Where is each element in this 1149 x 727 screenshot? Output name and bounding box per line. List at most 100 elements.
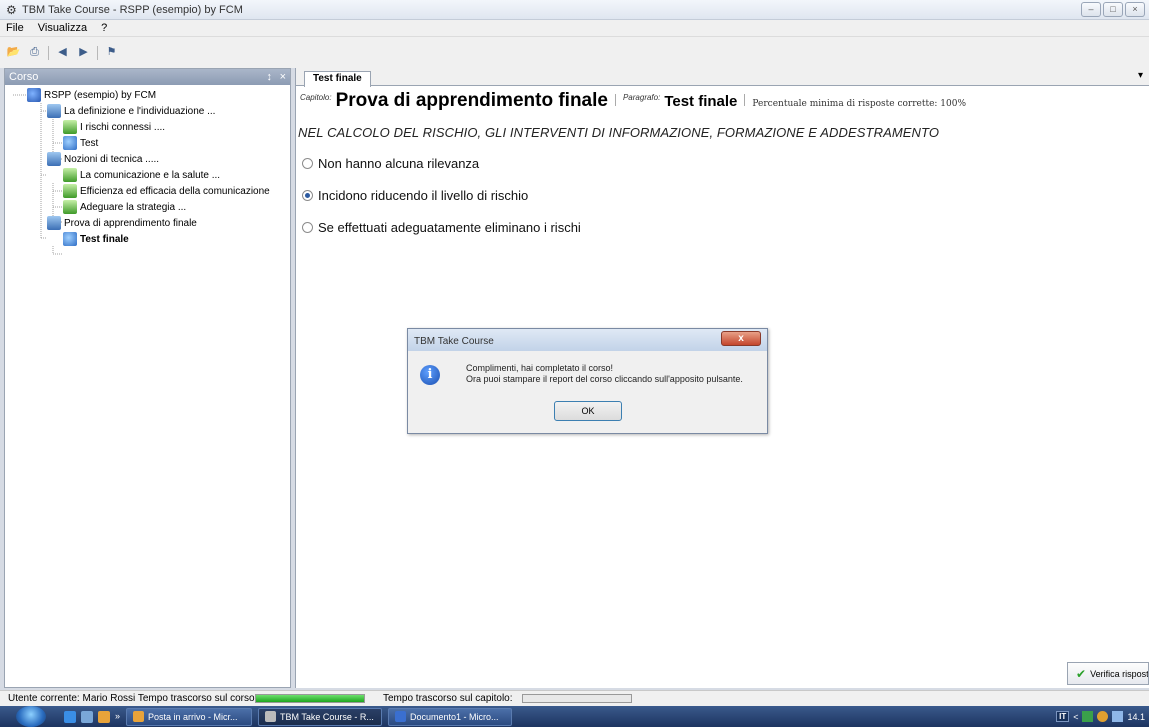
status-bar: Utente corrente: Mario Rossi Tempo trasc… — [0, 690, 1149, 706]
app-icon: ⚙ — [6, 3, 17, 17]
radio-button[interactable] — [302, 222, 313, 233]
course-icon — [27, 88, 41, 102]
chevron-icon[interactable]: » — [115, 711, 120, 723]
tree-item-chapter[interactable]: Nozioni di tecnica ..... — [47, 151, 159, 167]
tree-item-test[interactable]: Test — [63, 135, 98, 151]
question-text: NEL CALCOLO DEL RISCHIO, GLI INTERVENTI … — [298, 125, 940, 140]
answer-option[interactable]: Se effettuati adeguatamente eliminano i … — [302, 220, 581, 235]
system-tray: IT < 14.1 — [1052, 706, 1149, 727]
tree-item-page[interactable]: Adeguare la strategia ... — [63, 199, 186, 215]
task-tbm[interactable]: TBM Take Course - R... — [258, 707, 383, 726]
answer-label: Incidono riducendo il livello di rischio — [318, 188, 529, 203]
close-window-button[interactable]: × — [1125, 2, 1145, 17]
task-word[interactable]: Documento1 - Micro... — [388, 707, 513, 726]
word-icon — [395, 711, 407, 722]
answer-option[interactable]: Non hanno alcuna rilevanza — [302, 156, 479, 171]
course-panel-header: Corso ↕ × — [5, 69, 290, 85]
tree-item-label: RSPP (esempio) by FCM — [44, 89, 157, 101]
divider — [614, 94, 616, 106]
ie-icon[interactable] — [64, 710, 76, 723]
tree-item-label: Test — [80, 137, 99, 149]
network-icon[interactable] — [1112, 711, 1124, 722]
menu-help[interactable]: ? — [101, 22, 107, 34]
course-panel: Corso ↕ × RSPP (esempio) by FCM La defin… — [4, 68, 291, 688]
print-icon[interactable]: ⎙ — [27, 45, 42, 60]
dialog-body: i Complimenti, hai completato il corso! … — [408, 351, 767, 433]
open-folder-icon[interactable]: 📂 — [6, 45, 21, 60]
language-indicator[interactable]: IT — [1056, 711, 1070, 722]
tree-item-page[interactable]: La comunicazione e la salute ... — [63, 167, 220, 183]
toolbar: 📂 ⎙ ◀ ▶ ⚑ — [0, 37, 1149, 68]
check-icon: ✔ — [1076, 666, 1087, 681]
tree-item-page[interactable]: Efficienza ed efficacia della comunicazi… — [63, 183, 270, 199]
tree-item-label: Adeguare la strategia ... — [80, 201, 187, 213]
minimize-button[interactable]: – — [1081, 2, 1101, 17]
menu-file[interactable]: File — [6, 22, 24, 34]
task-outlook[interactable]: Posta in arrivo - Micr... — [126, 707, 253, 726]
tree-item-page[interactable]: I rischi connessi .... — [63, 119, 165, 135]
page-icon — [63, 200, 77, 214]
task-label: TBM Take Course - R... — [280, 711, 374, 722]
tree-item-label: Efficienza ed efficacia della comunicazi… — [80, 185, 270, 197]
radio-button[interactable] — [302, 158, 313, 169]
close-icon[interactable]: × — [280, 69, 286, 85]
tab-dropdown-icon[interactable]: ▾ — [1138, 70, 1143, 81]
radio-button[interactable] — [302, 190, 313, 201]
toolbar-separator — [97, 45, 98, 60]
tree-item-test[interactable]: Test finale — [63, 231, 129, 247]
taskbar: » Posta in arrivo - Micr... TBM Take Cou… — [0, 706, 1149, 727]
tree-item-label: Prova di apprendimento finale — [64, 217, 197, 229]
completion-dialog: TBM Take Course x i Complimenti, hai com… — [407, 328, 768, 434]
tree-item-label: Test finale — [80, 233, 129, 245]
start-button[interactable] — [16, 706, 46, 727]
verify-answers-button[interactable]: ✔ Verifica rispost — [1067, 662, 1149, 685]
menu-visualizza[interactable]: Visualizza — [38, 22, 87, 34]
outlook-icon[interactable] — [98, 710, 110, 723]
title-bar: ⚙ TBM Take Course - RSPP (esempio) by FC… — [0, 0, 1149, 20]
dialog-message-line1: Complimenti, hai completato il corso! — [466, 363, 614, 373]
maximize-button[interactable]: □ — [1103, 2, 1123, 17]
tree-item-chapter[interactable]: La definizione e l'individuazione ... — [47, 103, 215, 119]
tbm-icon — [265, 711, 277, 722]
tab-test-finale[interactable]: Test finale — [304, 71, 371, 87]
min-percent-text: Percentuale minima di risposte corrette:… — [752, 99, 967, 109]
page-icon — [63, 120, 77, 134]
dialog-message-line2: Ora puoi stampare il report del corso cl… — [466, 374, 743, 384]
divider — [744, 94, 746, 106]
test-icon — [63, 232, 77, 246]
chapter-icon — [47, 216, 61, 230]
verify-label: Verifica rispost — [1090, 668, 1149, 679]
tab-strip: Test finale ▾ — [296, 68, 1149, 87]
dialog-close-button[interactable]: x — [721, 331, 761, 346]
answer-option[interactable]: Incidono riducendo il livello di rischio — [302, 188, 528, 203]
chapter-title: Prova di apprendimento finale — [335, 90, 608, 111]
tree-item-course[interactable]: RSPP (esempio) by FCM — [27, 87, 156, 103]
chapter-progress-bar — [522, 694, 632, 703]
tree-item-label: La definizione e l'individuazione ... — [64, 105, 216, 117]
quick-launch: » — [64, 710, 120, 723]
chapter-icon — [47, 152, 61, 166]
tree-item-chapter[interactable]: Prova di apprendimento finale — [47, 215, 197, 231]
forward-icon[interactable]: ▶ — [76, 45, 91, 60]
graduation-icon[interactable]: ⚑ — [104, 45, 119, 60]
toolbar-separator — [48, 45, 49, 60]
tray-app-icon[interactable] — [1097, 711, 1109, 722]
pin-icon[interactable]: ↕ — [267, 69, 273, 85]
tree-item-label: I rischi connessi .... — [80, 121, 166, 133]
dialog-title-bar: TBM Take Course x — [408, 329, 767, 351]
page-icon — [63, 184, 77, 198]
tray-expand-icon[interactable]: < — [1073, 712, 1078, 722]
menu-bar: File Visualizza ? — [0, 20, 1149, 37]
course-panel-title: Corso — [9, 71, 39, 83]
content-header: Capitolo: Prova di apprendimento finale … — [300, 90, 966, 112]
back-icon[interactable]: ◀ — [55, 45, 70, 60]
answer-label: Se effettuati adeguatamente eliminano i … — [318, 220, 581, 235]
antivirus-icon[interactable] — [1082, 711, 1094, 722]
dialog-title: TBM Take Course — [414, 336, 494, 347]
tree-item-label: La comunicazione e la salute ... — [80, 169, 221, 181]
task-label: Posta in arrivo - Micr... — [148, 711, 238, 722]
window-title: TBM Take Course - RSPP (esempio) by FCM — [22, 4, 243, 16]
ok-button[interactable]: OK — [554, 401, 622, 421]
desktop-icon[interactable] — [81, 710, 93, 723]
outlook-icon — [133, 711, 145, 722]
